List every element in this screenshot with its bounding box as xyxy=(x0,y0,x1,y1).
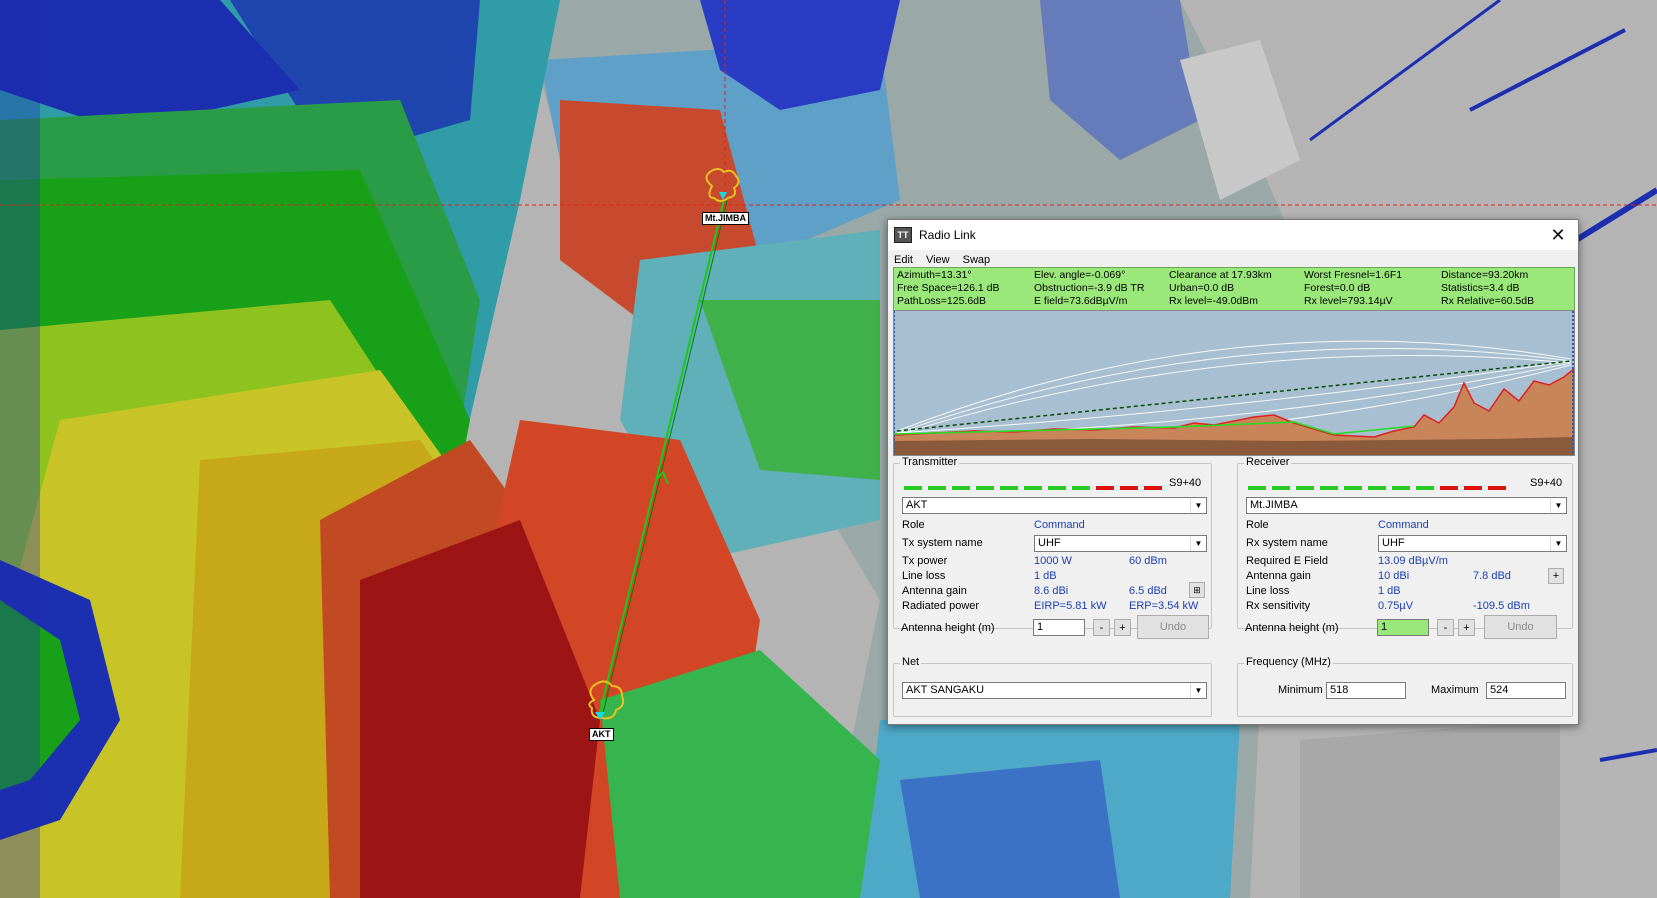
close-button[interactable]: ✕ xyxy=(1538,220,1578,250)
tx-line-loss-label: Line loss xyxy=(902,570,946,582)
rx-gain-dbi: 10 dBi xyxy=(1378,570,1410,582)
rx-antenna-gain-label: Antenna gain xyxy=(1246,570,1311,582)
tx-power-dbm: 60 dBm xyxy=(1129,555,1167,567)
net-title: Net xyxy=(900,656,922,668)
frequency-group: Frequency (MHz) Minimum 518 Maximum 524 xyxy=(1237,656,1573,717)
rx-line-loss-value: 1 dB xyxy=(1378,585,1401,597)
tx-erp: ERP=3.54 kW xyxy=(1129,600,1199,612)
tx-s-meter-label: S9+40 xyxy=(1169,477,1202,489)
net-value: AKT SANGAKU xyxy=(906,684,985,696)
dialog-titlebar[interactable]: TT Radio Link ✕ xyxy=(888,220,1578,250)
stat-forest: Forest=0.0 dB xyxy=(1304,282,1371,294)
tx-antenna-details-button[interactable]: ⊞ xyxy=(1189,582,1205,598)
tx-role-value[interactable]: Command xyxy=(1034,519,1085,531)
tx-site-select[interactable]: AKT ▼ xyxy=(902,497,1207,514)
stat-distance: Distance=93.20km xyxy=(1441,269,1529,281)
net-select[interactable]: AKT SANGAKU ▼ xyxy=(902,682,1207,699)
stat-rx-level-dbm: Rx level=-49.0dBm xyxy=(1169,295,1258,307)
rx-system-value: UHF xyxy=(1382,537,1405,549)
tx-system-label: Tx system name xyxy=(902,537,983,549)
radio-link-dialog: TT Radio Link ✕ Edit View Swap Azimuth=1… xyxy=(887,219,1579,725)
menu-edit[interactable]: Edit xyxy=(894,254,913,266)
rx-efield-value: 13.09 dBµV/m xyxy=(1378,555,1448,567)
stat-elevation-angle: Elev. angle=-0.069° xyxy=(1034,269,1126,281)
tx-antenna-height-label: Antenna height (m) xyxy=(901,622,995,634)
receiver-title: Receiver xyxy=(1244,456,1292,468)
stat-rx-level-uv: Rx level=793.14µV xyxy=(1304,295,1393,307)
freq-max-input[interactable]: 524 xyxy=(1486,682,1566,699)
tx-eirp: EIRP=5.81 kW xyxy=(1034,600,1107,612)
chevron-down-icon: ▼ xyxy=(1550,536,1566,551)
rx-system-select[interactable]: UHF ▼ xyxy=(1378,535,1567,552)
rx-sensitivity-dbm: -109.5 dBm xyxy=(1473,600,1530,612)
rx-efield-label: Required E Field xyxy=(1246,555,1328,567)
stat-obstruction: Obstruction=-3.9 dB TR xyxy=(1034,282,1145,294)
freq-min-label: Minimum xyxy=(1278,684,1323,696)
transmitter-group: Transmitter S9+40 AKT ▼ Role Command Tx … xyxy=(893,456,1212,629)
chevron-down-icon: ▼ xyxy=(1550,498,1566,513)
menu-view[interactable]: View xyxy=(926,254,950,266)
app-icon: TT xyxy=(894,227,912,243)
stat-azimuth: Azimuth=13.31° xyxy=(897,269,972,281)
tx-antenna-height-input[interactable]: 1 xyxy=(1033,619,1085,636)
rx-site-value: Mt.JIMBA xyxy=(1250,499,1298,511)
frequency-title: Frequency (MHz) xyxy=(1244,656,1333,668)
tx-gain-dbi: 8.6 dBi xyxy=(1034,585,1069,597)
tx-height-minus-button[interactable]: - xyxy=(1093,619,1110,636)
rx-signal-meter xyxy=(1248,481,1512,490)
tx-radiated-power-label: Radiated power xyxy=(902,600,980,612)
rx-site-select[interactable]: Mt.JIMBA ▼ xyxy=(1246,497,1567,514)
tx-gain-dbd: 6.5 dBd xyxy=(1129,585,1167,597)
rx-role-value[interactable]: Command xyxy=(1378,519,1429,531)
site-label-mt-jimba[interactable]: Mt.JIMBA xyxy=(702,212,749,225)
stat-urban: Urban=0.0 dB xyxy=(1169,282,1235,294)
tx-line-loss-value: 1 dB xyxy=(1034,570,1057,582)
stat-free-space: Free Space=126.1 dB xyxy=(897,282,1000,294)
chevron-down-icon: ▼ xyxy=(1190,536,1206,551)
chevron-down-icon: ▼ xyxy=(1190,683,1206,698)
stat-rx-relative: Rx Relative=60.5dB xyxy=(1441,295,1535,307)
link-statistics-panel: Azimuth=13.31° Elev. angle=-0.069° Clear… xyxy=(893,267,1575,311)
rx-s-meter-label: S9+40 xyxy=(1530,477,1563,489)
tx-undo-button[interactable]: Undo xyxy=(1137,615,1209,639)
rx-sensitivity-uv: 0.75µV xyxy=(1378,600,1414,612)
rx-antenna-height-label: Antenna height (m) xyxy=(1245,622,1339,634)
tx-system-select[interactable]: UHF ▼ xyxy=(1034,535,1207,552)
rx-antenna-add-button[interactable]: + xyxy=(1548,568,1564,584)
dialog-title: Radio Link xyxy=(919,228,976,242)
rx-undo-button[interactable]: Undo xyxy=(1484,615,1557,639)
rx-height-minus-button[interactable]: - xyxy=(1437,619,1454,636)
menu-swap[interactable]: Swap xyxy=(963,254,991,266)
chevron-down-icon: ▼ xyxy=(1190,498,1206,513)
tx-system-value: UHF xyxy=(1038,537,1061,549)
receiver-group: Receiver S9+40 Mt.JIMBA ▼ Role Command R… xyxy=(1237,456,1573,629)
tx-site-value: AKT xyxy=(906,499,928,511)
rx-role-label: Role xyxy=(1246,519,1269,531)
tx-role-label: Role xyxy=(902,519,925,531)
freq-max-label: Maximum xyxy=(1431,684,1479,696)
rx-sensitivity-label: Rx sensitivity xyxy=(1246,600,1311,612)
rx-line-loss-label: Line loss xyxy=(1246,585,1290,597)
tx-power-w: 1000 W xyxy=(1034,555,1072,567)
transmitter-title: Transmitter xyxy=(900,456,960,468)
stat-e-field: E field=73.6dBµV/m xyxy=(1034,295,1128,307)
tx-height-plus-button[interactable]: + xyxy=(1114,619,1131,636)
net-group: Net AKT SANGAKU ▼ xyxy=(893,656,1212,717)
site-label-akt[interactable]: AKT xyxy=(589,728,614,741)
stat-worst-fresnel: Worst Fresnel=1.6F1 xyxy=(1304,269,1403,281)
rx-antenna-height-input[interactable]: 1 xyxy=(1377,619,1429,636)
tx-power-label: Tx power xyxy=(902,555,948,567)
rx-system-label: Rx system name xyxy=(1246,537,1328,549)
stat-path-loss: PathLoss=125.6dB xyxy=(897,295,987,307)
tx-antenna-gain-label: Antenna gain xyxy=(902,585,967,597)
freq-min-input[interactable]: 518 xyxy=(1326,682,1406,699)
tx-signal-meter xyxy=(904,481,1168,490)
stat-clearance: Clearance at 17.93km xyxy=(1169,269,1272,281)
rx-gain-dbd: 7.8 dBd xyxy=(1473,570,1511,582)
stat-statistics: Statistics=3.4 dB xyxy=(1441,282,1520,294)
rx-height-plus-button[interactable]: + xyxy=(1458,619,1475,636)
terrain-profile-view[interactable] xyxy=(893,310,1575,456)
